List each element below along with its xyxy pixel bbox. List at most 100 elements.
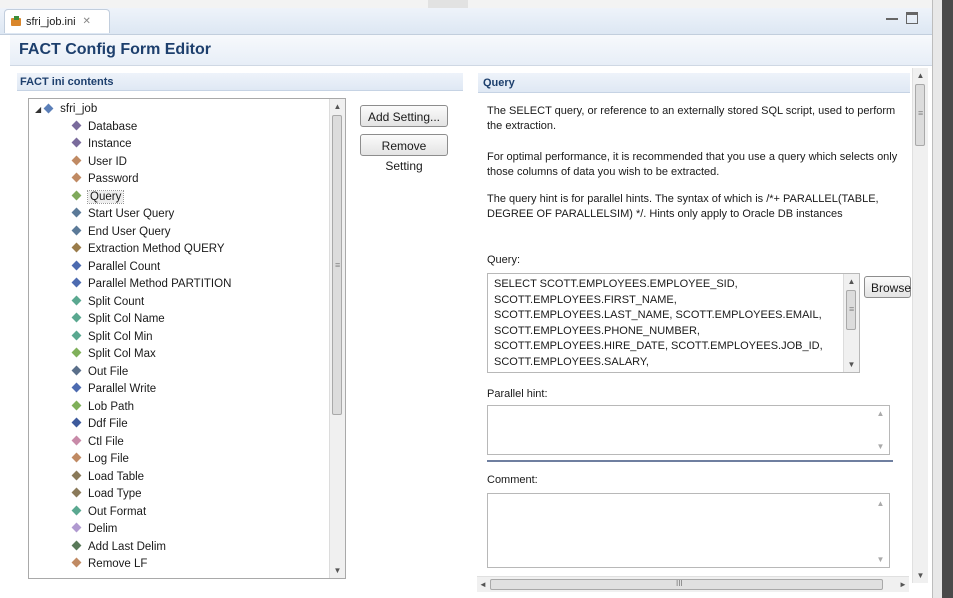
setting-diamond-icon [71, 260, 82, 270]
expanded-triangle-icon[interactable]: ◢ [35, 105, 41, 114]
scroll-up-arrow-icon[interactable]: ▲ [844, 274, 859, 289]
scroll-grip-icon: ≡ [335, 260, 341, 270]
scroll-down-arrow-icon[interactable]: ▼ [873, 552, 888, 567]
tree-item-label: User ID [88, 155, 127, 168]
query-value: SELECT SCOTT.EMPLOYEES.EMPLOYEE_SID, SCO… [494, 278, 823, 368]
tree-item[interactable]: Start User Query [29, 206, 329, 224]
setting-diamond-icon [71, 295, 82, 305]
details-vertical-scrollbar[interactable]: ▲ ≡ ▼ [912, 68, 928, 583]
root-diamond-icon [43, 103, 54, 114]
tree-item-label: Start User Query [88, 208, 175, 220]
tree-item[interactable]: Out Format [29, 504, 329, 522]
scroll-down-arrow-icon[interactable]: ▼ [913, 568, 928, 583]
tree-item[interactable]: End User Query [29, 224, 329, 242]
tree-item-label: Parallel Write [88, 383, 157, 395]
tree-item[interactable]: Parallel Write [29, 381, 329, 399]
setting-diamond-icon [71, 330, 82, 340]
details-horizontal-scrollbar[interactable]: ◄ III ► [477, 576, 909, 592]
tree-item[interactable]: Load Type [29, 486, 329, 504]
tree-item[interactable]: Ddf File [29, 416, 329, 434]
tree-scroll-thumb[interactable]: ≡ [332, 115, 342, 415]
comment-scrollbar[interactable]: ▲ ▼ [873, 494, 889, 567]
query-scroll-thumb[interactable]: ≡ [846, 290, 856, 330]
tree-item-label: Extraction Method QUERY [88, 243, 225, 255]
tree-item[interactable]: Out File [29, 364, 329, 382]
parallel-hint-label: Parallel hint: [487, 388, 548, 400]
details-scroll-thumb[interactable]: ≡ [915, 84, 925, 146]
browse-button[interactable]: Browse [864, 276, 911, 298]
tree-root-label: sfri_job [60, 103, 98, 115]
scroll-left-arrow-icon[interactable]: ◄ [477, 577, 489, 592]
comment-label: Comment: [487, 474, 538, 486]
scroll-down-arrow-icon[interactable]: ▼ [330, 563, 345, 578]
section-divider [487, 460, 893, 462]
query-textarea[interactable]: SELECT SCOTT.EMPLOYEES.EMPLOYEE_SID, SCO… [487, 273, 860, 373]
setting-diamond-icon [71, 400, 82, 410]
scroll-up-arrow-icon[interactable]: ▲ [873, 496, 888, 511]
tree-item[interactable]: Remove LF [29, 556, 329, 574]
tree-item-label: Database [88, 120, 138, 133]
tree-vertical-scrollbar[interactable]: ▲ ≡ ▼ [329, 99, 345, 578]
scroll-up-arrow-icon[interactable]: ▲ [913, 68, 928, 83]
tree-item[interactable]: Parallel Method PARTITION [29, 276, 329, 294]
close-icon[interactable]: ✕ [83, 16, 91, 27]
scroll-down-arrow-icon[interactable]: ▼ [873, 439, 888, 454]
tree-item-label: Split Col Name [88, 313, 165, 325]
setting-diamond-icon [71, 172, 82, 183]
tree-item[interactable]: Split Col Name [29, 311, 329, 329]
setting-diamond-icon [71, 417, 82, 428]
scroll-up-arrow-icon[interactable]: ▲ [330, 99, 345, 114]
tree-item-label: Out File [88, 365, 129, 378]
tab-sfri-job-ini[interactable]: sfri_job.ini ✕ [4, 9, 110, 33]
setting-diamond-icon [71, 120, 82, 130]
details-hscroll-thumb[interactable]: III [490, 579, 883, 590]
tree-item[interactable]: Add Last Delim [29, 539, 329, 557]
tree-item[interactable]: Split Col Min [29, 329, 329, 347]
tree-item-label: Instance [88, 138, 132, 150]
scroll-up-arrow-icon[interactable]: ▲ [873, 406, 888, 421]
tree-item[interactable]: Database [29, 119, 329, 137]
tree-content: ◢ sfri_job Database Instance User ID Passwor… [29, 101, 329, 574]
tree-item[interactable]: Parallel Count [29, 259, 329, 277]
tree-item[interactable]: Load Table [29, 469, 329, 487]
settings-tree[interactable]: ◢ sfri_job Database Instance User ID Passwor… [28, 98, 346, 579]
tree-item[interactable]: Instance [29, 136, 329, 154]
scroll-down-arrow-icon[interactable]: ▼ [844, 357, 859, 372]
tree-item[interactable]: Extraction Method QUERY [29, 241, 329, 259]
comment-textarea[interactable]: ▲ ▼ [487, 493, 890, 568]
setting-diamond-icon [71, 137, 82, 148]
setting-diamond-icon [71, 487, 82, 498]
setting-diamond-icon [71, 190, 82, 200]
setting-diamond-icon [71, 312, 82, 323]
parallel-hint-textarea[interactable]: ▲ ▼ [487, 405, 890, 455]
tree-item[interactable]: Delim [29, 521, 329, 539]
tree-item-label: Password [88, 173, 139, 185]
tree-item-label: Ddf File [88, 418, 128, 430]
remove-setting-button[interactable]: Remove Setting [360, 134, 448, 173]
details-scroll-track[interactable]: ▲ ≡ ▼ [913, 68, 928, 583]
tree-item-label: Load Type [88, 488, 142, 500]
parallel-hint-scrollbar[interactable]: ▲ ▼ [873, 406, 889, 454]
tree-root-item[interactable]: ◢ sfri_job [29, 101, 329, 119]
tree-item[interactable]: Query [29, 189, 329, 207]
right-edge-dark [942, 0, 953, 598]
add-setting-button[interactable]: Add Setting... [360, 105, 448, 127]
setting-diamond-icon [71, 225, 82, 235]
tree-item[interactable]: Lob Path [29, 399, 329, 417]
minimize-icon[interactable] [886, 12, 898, 20]
tree-item[interactable]: Password [29, 171, 329, 189]
setting-diamond-icon [71, 452, 82, 463]
tree-item[interactable]: Split Col Max [29, 346, 329, 364]
tree-item[interactable]: Ctl File [29, 434, 329, 452]
tree-item[interactable]: Split Count [29, 294, 329, 312]
maximize-icon[interactable] [906, 12, 918, 24]
tree-item-label: Parallel Count [88, 260, 161, 273]
tree-item[interactable]: Log File [29, 451, 329, 469]
details-pane: Query The SELECT query, or reference to … [473, 68, 929, 598]
query-vertical-scrollbar[interactable]: ▲ ≡ ▼ [843, 274, 859, 372]
workbench-background [0, 0, 953, 8]
setting-diamond-icon [71, 277, 82, 288]
tree-item[interactable]: User ID [29, 154, 329, 172]
section-title-ini-contents: FACT ini contents [17, 73, 463, 91]
scroll-right-arrow-icon[interactable]: ► [897, 577, 909, 592]
